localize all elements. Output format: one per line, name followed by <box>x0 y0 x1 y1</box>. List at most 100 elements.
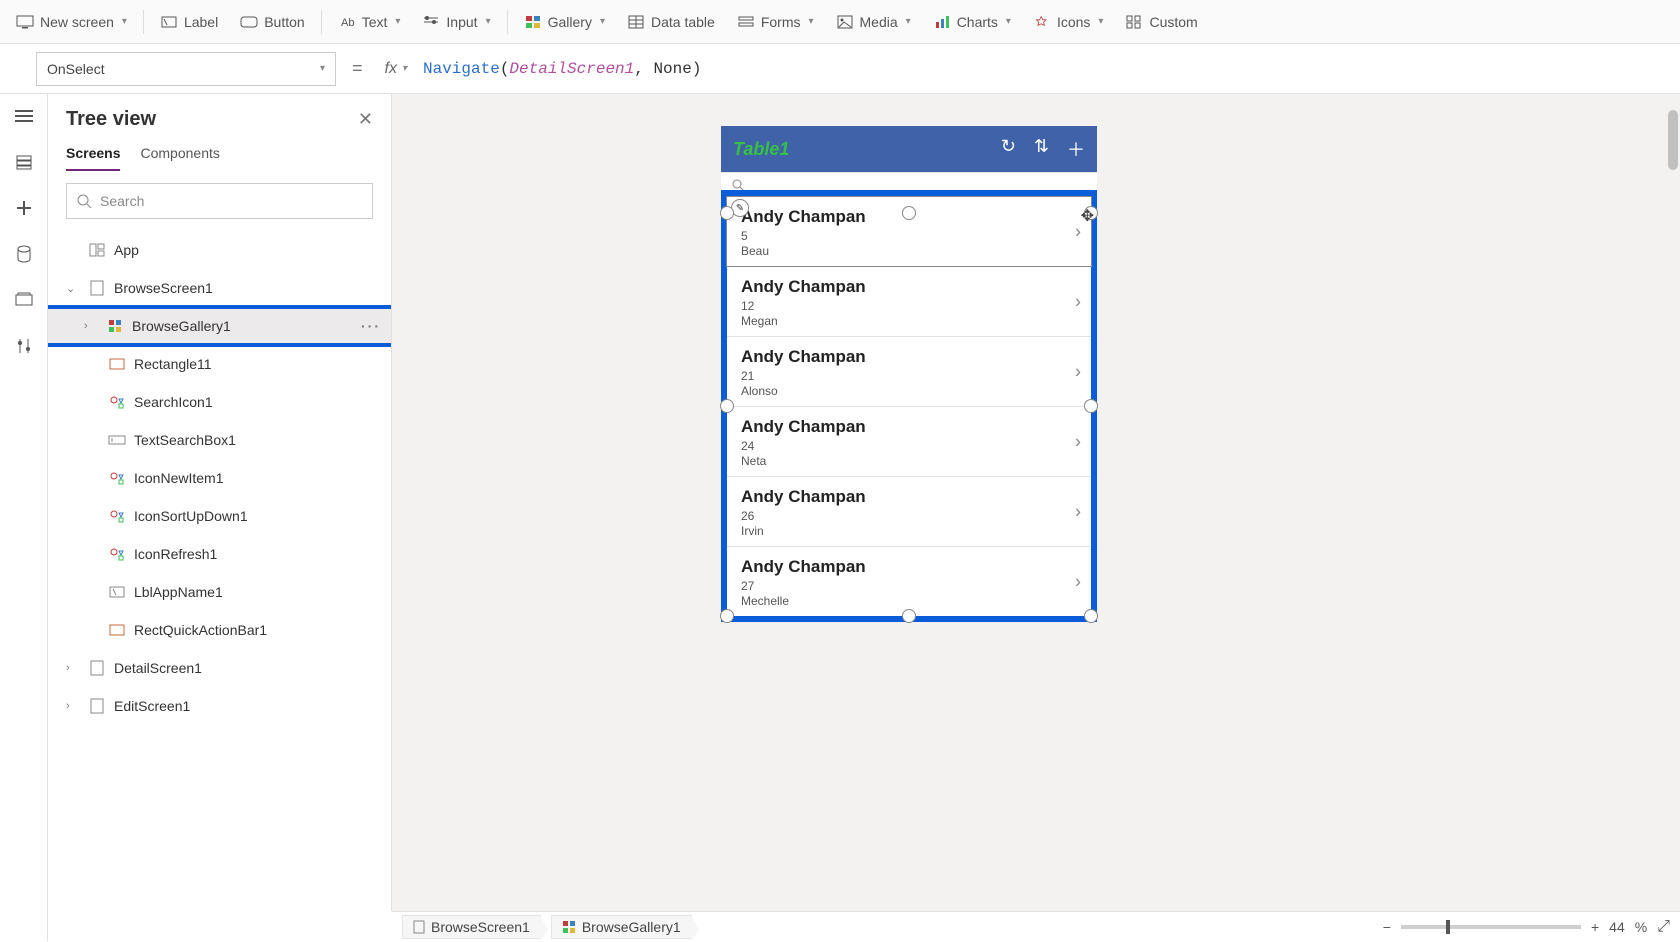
resize-handle[interactable] <box>1084 609 1098 623</box>
tree-item-detailscreen[interactable]: › DetailScreen1 <box>48 649 391 687</box>
chevron-right-icon[interactable]: › <box>1075 571 1081 592</box>
row-subtitle2: Mechelle <box>741 594 1077 608</box>
row-title: Andy Champan <box>741 417 1077 437</box>
resize-handle[interactable] <box>902 206 916 220</box>
tree-item-iconnewitem[interactable]: IconNewItem1 <box>48 459 391 497</box>
add-icon[interactable]: ＋ <box>1067 136 1085 162</box>
resize-handle[interactable] <box>720 399 734 413</box>
tab-components[interactable]: Components <box>140 145 219 171</box>
media-button[interactable] <box>8 284 40 316</box>
resize-handle[interactable] <box>720 609 734 623</box>
formula-function: Navigate <box>423 60 500 78</box>
tree-item-searchicon[interactable]: SearchIcon1 <box>48 383 391 421</box>
gallery-row[interactable]: Andy Champan 24 Neta › <box>727 407 1091 477</box>
search-icon <box>77 194 92 209</box>
tab-screens[interactable]: Screens <box>66 145 120 171</box>
chevron-down-icon: ▾ <box>906 16 911 27</box>
zoom-out-button[interactable]: − <box>1383 919 1391 935</box>
fit-to-window-button[interactable]: ⤢ <box>1657 918 1670 936</box>
row-subtitle2: Beau <box>741 244 1077 258</box>
tree-item-lblappname[interactable]: LblAppName1 <box>48 573 391 611</box>
search-placeholder: Search <box>100 193 144 209</box>
breadcrumb-gallery[interactable]: BrowseGallery1 <box>551 915 692 939</box>
tree-item-rectangle[interactable]: Rectangle11 <box>48 345 391 383</box>
zoom-in-button[interactable]: + <box>1591 919 1599 935</box>
insert-gallery-menu[interactable]: Gallery ▾ <box>514 7 615 37</box>
insert-charts-menu[interactable]: Charts ▾ <box>923 7 1021 37</box>
row-title: Andy Champan <box>741 277 1077 297</box>
property-selector[interactable]: OnSelect ▾ <box>36 52 336 86</box>
custom-icon <box>1125 13 1143 31</box>
gallery-row[interactable]: Andy Champan 21 Alonso › <box>727 337 1091 407</box>
divider <box>321 10 322 34</box>
gallery-row[interactable]: Andy Champan 27 Mechelle › <box>727 547 1091 616</box>
data-button[interactable] <box>8 238 40 270</box>
forms-label: Forms <box>761 14 801 30</box>
insert-datatable-button[interactable]: Data table <box>617 7 725 37</box>
canvas[interactable]: Table1 ↻ ⇅ ＋ ✥ ✎ Andy Champan 5 Beau › <box>392 94 1680 911</box>
chevron-down-icon: ▾ <box>395 16 400 27</box>
canvas-scrollbar[interactable] <box>1668 100 1678 905</box>
tree-search-input[interactable]: Search <box>66 183 373 219</box>
chevron-right-icon[interactable]: › <box>1075 431 1081 452</box>
insert-icons-menu[interactable]: Icons ▾ <box>1023 7 1114 37</box>
row-subtitle2: Neta <box>741 454 1077 468</box>
resize-handle[interactable] <box>720 206 734 220</box>
tree-label: BrowseGallery1 <box>132 318 231 334</box>
chevron-right-icon[interactable]: › <box>1075 291 1081 312</box>
tree-label: DetailScreen1 <box>114 660 202 676</box>
insert-input-menu[interactable]: Input ▾ <box>412 7 500 37</box>
resize-handle[interactable] <box>1084 399 1098 413</box>
chevron-right-icon[interactable]: › <box>1075 501 1081 522</box>
resize-handle[interactable] <box>902 609 916 623</box>
chevron-right-icon[interactable]: › <box>1075 361 1081 382</box>
icon-icon <box>108 469 126 487</box>
insert-forms-menu[interactable]: Forms ▾ <box>727 7 824 37</box>
move-cursor-icon: ✥ <box>1081 206 1094 226</box>
tree-item-iconsort[interactable]: IconSortUpDown1 <box>48 497 391 535</box>
tree-view-button[interactable] <box>8 146 40 178</box>
breadcrumb-screen[interactable]: BrowseScreen1 <box>402 915 541 939</box>
label-text: Label <box>184 14 218 30</box>
insert-custom-menu[interactable]: Custom <box>1115 7 1207 37</box>
equals-sign: = <box>346 58 369 79</box>
insert-button-button[interactable]: Button <box>230 7 314 37</box>
gallery-row[interactable]: Andy Champan 26 Irvin › <box>727 477 1091 547</box>
sort-icon[interactable]: ⇅ <box>1034 136 1049 162</box>
refresh-icon[interactable]: ↻ <box>1001 136 1016 162</box>
tree-item-browsescreen[interactable]: ⌄ BrowseScreen1 <box>48 269 391 307</box>
advanced-button[interactable] <box>8 330 40 362</box>
tree-item-app[interactable]: App <box>48 231 391 269</box>
expand-toggle[interactable]: › <box>84 320 98 332</box>
tree-item-editscreen[interactable]: › EditScreen1 <box>48 687 391 725</box>
fx-button[interactable]: fx▾ <box>379 60 413 78</box>
expand-toggle[interactable]: ⌄ <box>66 282 80 295</box>
browse-gallery[interactable]: ✎ Andy Champan 5 Beau › Andy Champan 12 … <box>727 196 1091 616</box>
tree-item-iconrefresh[interactable]: IconRefresh1 <box>48 535 391 573</box>
input-icon <box>422 13 440 31</box>
zoom-controls: − + 44 % ⤢ <box>1383 918 1670 936</box>
tree-item-rectquick[interactable]: RectQuickActionBar1 <box>48 611 391 649</box>
gallery-selection[interactable]: ✥ ✎ Andy Champan 5 Beau › Andy Champan 1… <box>721 190 1097 622</box>
tree-item-textsearchbox[interactable]: TextSearchBox1 <box>48 421 391 459</box>
insert-label-button[interactable]: Label <box>150 7 228 37</box>
zoom-slider[interactable] <box>1401 925 1581 929</box>
new-screen-menu[interactable]: New screen ▾ <box>6 7 137 37</box>
left-nav-rail <box>0 94 48 941</box>
button-icon <box>240 13 258 31</box>
tree-label: SearchIcon1 <box>134 394 213 410</box>
more-options-button[interactable]: ··· <box>361 318 381 334</box>
tree-item-browsegallery[interactable]: › BrowseGallery1 ··· <box>48 307 391 345</box>
datatable-icon <box>627 13 645 31</box>
zoom-percent: % <box>1635 919 1647 935</box>
hamburger-button[interactable] <box>8 100 40 132</box>
expand-toggle[interactable]: › <box>66 662 80 674</box>
gallery-row[interactable]: Andy Champan 12 Megan › <box>727 267 1091 337</box>
insert-text-menu[interactable]: Abc Text ▾ <box>328 7 411 37</box>
row-subtitle1: 27 <box>741 579 1077 593</box>
insert-media-menu[interactable]: Media ▾ <box>826 7 921 37</box>
formula-input[interactable]: Navigate(DetailScreen1, None) <box>423 60 701 78</box>
expand-toggle[interactable]: › <box>66 700 80 712</box>
insert-button[interactable] <box>8 192 40 224</box>
close-panel-button[interactable]: ✕ <box>358 109 373 130</box>
